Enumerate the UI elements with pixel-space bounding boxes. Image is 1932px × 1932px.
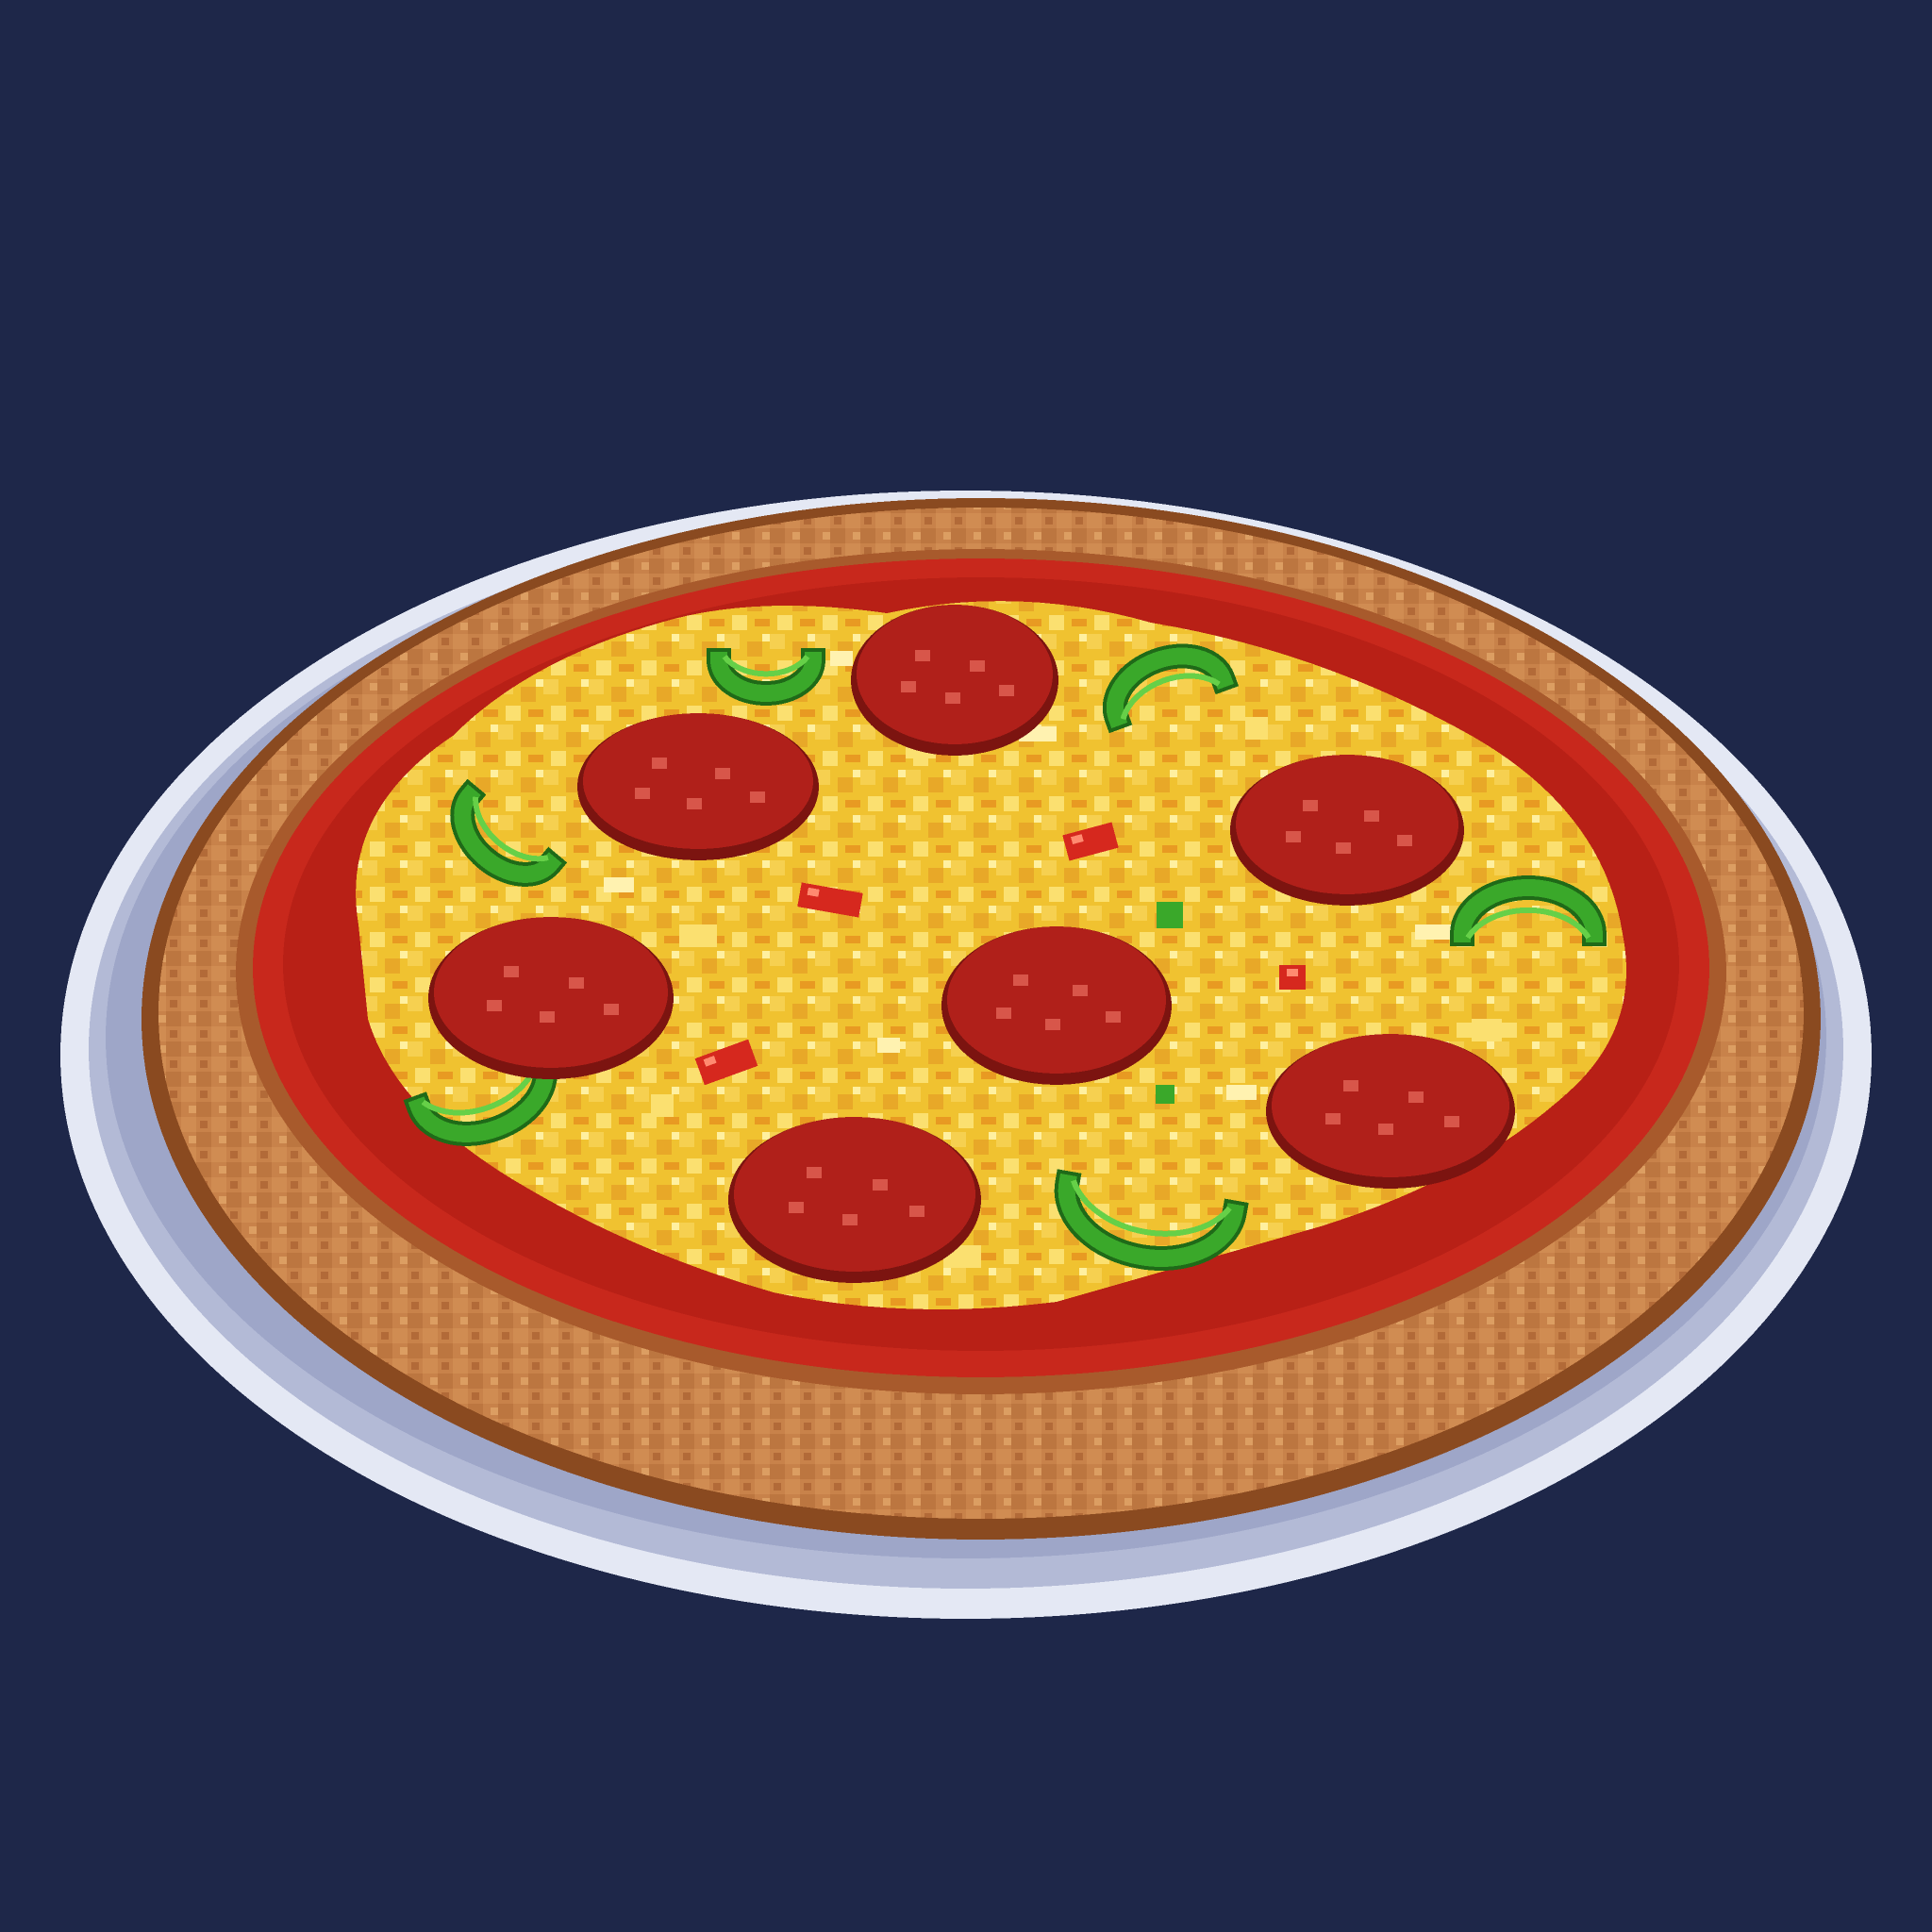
cheese-highlight	[830, 651, 853, 666]
pepperoni-spot	[1364, 810, 1379, 822]
cheese-highlight	[1226, 1085, 1257, 1100]
pepperoni-body	[434, 917, 668, 1068]
pepperoni-spot	[842, 1214, 858, 1225]
red-pepper-shine	[1287, 969, 1298, 976]
pizza-scene	[0, 0, 1932, 1932]
pepperoni	[851, 605, 1058, 756]
pepperoni-spot	[750, 791, 765, 803]
pepperoni-spot	[901, 681, 916, 692]
pepperoni-body	[583, 713, 813, 849]
green-pepper-bit	[1157, 902, 1183, 928]
pepperoni-spot	[1286, 831, 1301, 842]
pepperoni-body	[857, 605, 1053, 744]
pizza	[142, 498, 1821, 1540]
pepperoni-spot	[1073, 985, 1088, 996]
pepperoni	[941, 926, 1172, 1085]
pepperoni-spot	[970, 660, 985, 672]
pepperoni-spot	[604, 1004, 619, 1015]
pepperoni-spot	[1378, 1124, 1393, 1135]
cheese-highlight	[679, 924, 717, 947]
pepperoni-body	[1236, 755, 1458, 894]
pepperoni-spot	[1397, 835, 1412, 846]
pepperoni-spot	[915, 650, 930, 661]
pepperoni-spot	[1408, 1091, 1424, 1103]
pepperoni	[577, 713, 819, 860]
red-pepper-piece	[1279, 965, 1306, 990]
pepperoni-spot	[569, 977, 584, 989]
pepperoni-spot	[504, 966, 519, 977]
cheese-highlight	[1245, 717, 1268, 740]
pepperoni-spot	[1343, 1080, 1358, 1091]
pepperoni-spot	[1106, 1011, 1121, 1023]
cheese-highlight	[604, 877, 634, 892]
pepperoni-body	[947, 926, 1166, 1074]
green-pepper-bit	[1156, 1085, 1174, 1104]
pepperoni-spot	[540, 1011, 555, 1023]
pepperoni-body	[1272, 1034, 1509, 1177]
pepperoni-spot	[999, 685, 1014, 696]
pepperoni-spot	[1303, 800, 1318, 811]
pepperoni-spot	[789, 1202, 804, 1213]
pepperoni-spot	[1336, 842, 1351, 854]
cheese-highlight	[1415, 924, 1453, 940]
pepperoni-spot	[1325, 1113, 1341, 1124]
pepperoni-spot	[687, 798, 702, 809]
pepperoni-spot	[652, 758, 667, 769]
pepperoni	[728, 1117, 981, 1283]
pepperoni-spot	[807, 1167, 822, 1178]
pepperoni-spot	[1444, 1116, 1459, 1127]
pepperoni-spot	[635, 788, 650, 799]
pepperoni-spot	[487, 1000, 502, 1011]
pepperoni-spot	[1045, 1019, 1060, 1030]
pepperoni-spot	[715, 768, 730, 779]
cheese-highlight	[651, 1094, 674, 1117]
pepperoni	[1230, 755, 1464, 906]
pepperoni-spot	[909, 1206, 924, 1217]
cheese-highlight	[877, 1038, 900, 1053]
pizza-illustration	[60, 491, 1872, 1619]
pepperoni-body	[734, 1117, 975, 1272]
cheese-highlight	[1472, 1019, 1502, 1041]
pepperoni-spot	[996, 1008, 1011, 1019]
pepperoni	[1266, 1034, 1515, 1189]
red-pepper	[1279, 965, 1306, 990]
pepperoni-spot	[945, 692, 960, 704]
pepperoni-spot	[1013, 974, 1028, 986]
pepperoni-spot	[873, 1179, 888, 1191]
pepperoni	[428, 917, 674, 1079]
